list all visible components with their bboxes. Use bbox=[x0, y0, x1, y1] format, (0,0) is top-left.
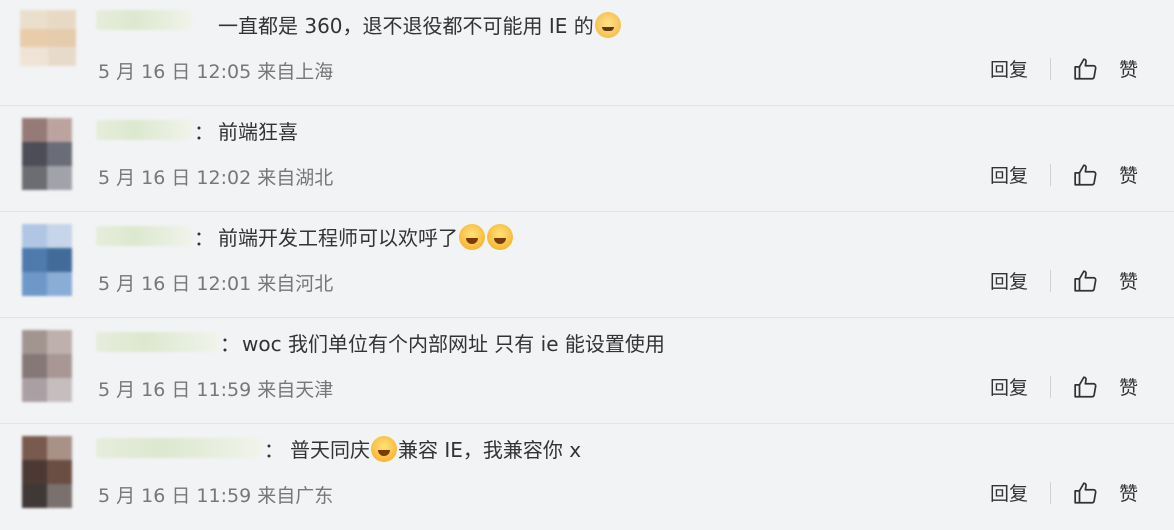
colon: ： bbox=[194, 120, 214, 144]
comment-timestamp: 5 月 16 日 11:59 来自广东 bbox=[98, 485, 334, 507]
divider bbox=[1049, 481, 1051, 504]
comment-item: 一直都是 360，退不退役都不可能用 IE 的 5 月 16 日 12:05 来… bbox=[0, 0, 1174, 106]
comment-timestamp: 5 月 16 日 12:05 来自上海 bbox=[98, 61, 334, 83]
divider bbox=[1049, 57, 1051, 80]
colon: ： bbox=[220, 332, 240, 356]
username-blurred[interactable] bbox=[96, 226, 192, 246]
comment-text: woc 我们单位有个内部网址 只有 ie 能设置使用 bbox=[242, 332, 665, 356]
colon: ： bbox=[264, 438, 284, 462]
avatar[interactable] bbox=[22, 224, 72, 296]
comment-timestamp: 5 月 16 日 12:02 来自湖北 bbox=[98, 167, 334, 189]
reply-button[interactable]: 回复 bbox=[990, 479, 1028, 506]
like-button[interactable]: 赞 bbox=[1119, 161, 1138, 188]
username-blurred[interactable] bbox=[96, 438, 260, 458]
comment-item: ： 普天同庆 兼容 IE，我兼容你 x 5 月 16 日 11:59 来自广东 回… bbox=[0, 424, 1174, 530]
reply-button[interactable]: 回复 bbox=[990, 55, 1028, 82]
thumbs-up-icon[interactable] bbox=[1073, 56, 1099, 82]
avatar[interactable] bbox=[20, 10, 76, 66]
divider bbox=[1049, 269, 1051, 292]
username-blurred[interactable] bbox=[96, 332, 218, 352]
divider bbox=[1049, 163, 1051, 186]
laugh-cry-emoji bbox=[459, 224, 485, 250]
username-blurred[interactable] bbox=[96, 10, 192, 30]
thumbs-up-icon[interactable] bbox=[1073, 480, 1099, 506]
thumbs-up-icon[interactable] bbox=[1073, 268, 1099, 294]
comment-timestamp: 5 月 16 日 11:59 来自天津 bbox=[98, 379, 334, 401]
avatar[interactable] bbox=[22, 118, 72, 190]
comment-text: 前端开发工程师可以欢呼了 bbox=[218, 222, 514, 251]
comment-text: 普天同庆 兼容 IE，我兼容你 x bbox=[290, 436, 582, 462]
like-button[interactable]: 赞 bbox=[1119, 267, 1138, 294]
like-button[interactable]: 赞 bbox=[1119, 479, 1138, 506]
dog-emoji bbox=[594, 12, 621, 38]
avatar[interactable] bbox=[22, 330, 72, 402]
comment-actions: 回复 赞 bbox=[990, 267, 1138, 294]
comment-item: ： 前端狂喜 5 月 16 日 12:02 来自湖北 回复 赞 bbox=[0, 106, 1174, 212]
reply-button[interactable]: 回复 bbox=[990, 267, 1028, 294]
like-button[interactable]: 赞 bbox=[1119, 55, 1138, 82]
crying-emoji bbox=[371, 436, 397, 462]
thumbs-up-icon[interactable] bbox=[1073, 374, 1099, 400]
avatar[interactable] bbox=[22, 436, 72, 508]
reply-button[interactable]: 回复 bbox=[990, 373, 1028, 400]
comment-actions: 回复 赞 bbox=[990, 373, 1138, 400]
comment-list: 一直都是 360，退不退役都不可能用 IE 的 5 月 16 日 12:05 来… bbox=[0, 0, 1174, 530]
username-blurred[interactable] bbox=[96, 120, 192, 140]
laugh-cry-emoji bbox=[487, 224, 513, 250]
colon: ： bbox=[194, 226, 214, 250]
divider bbox=[1049, 375, 1051, 398]
comment-actions: 回复 赞 bbox=[990, 55, 1138, 82]
comment-text: 一直都是 360，退不退役都不可能用 IE 的 bbox=[218, 10, 622, 39]
thumbs-up-icon[interactable] bbox=[1073, 162, 1099, 188]
like-button[interactable]: 赞 bbox=[1119, 373, 1138, 400]
comment-timestamp: 5 月 16 日 12:01 来自河北 bbox=[98, 273, 334, 295]
comment-actions: 回复 赞 bbox=[990, 161, 1138, 188]
comment-text: 前端狂喜 bbox=[218, 120, 298, 144]
reply-button[interactable]: 回复 bbox=[990, 161, 1028, 188]
comment-item: ： woc 我们单位有个内部网址 只有 ie 能设置使用 5 月 16 日 11… bbox=[0, 318, 1174, 424]
comment-item: ： 前端开发工程师可以欢呼了 5 月 16 日 12:01 来自河北 回复 赞 bbox=[0, 212, 1174, 318]
comment-actions: 回复 赞 bbox=[990, 479, 1138, 506]
